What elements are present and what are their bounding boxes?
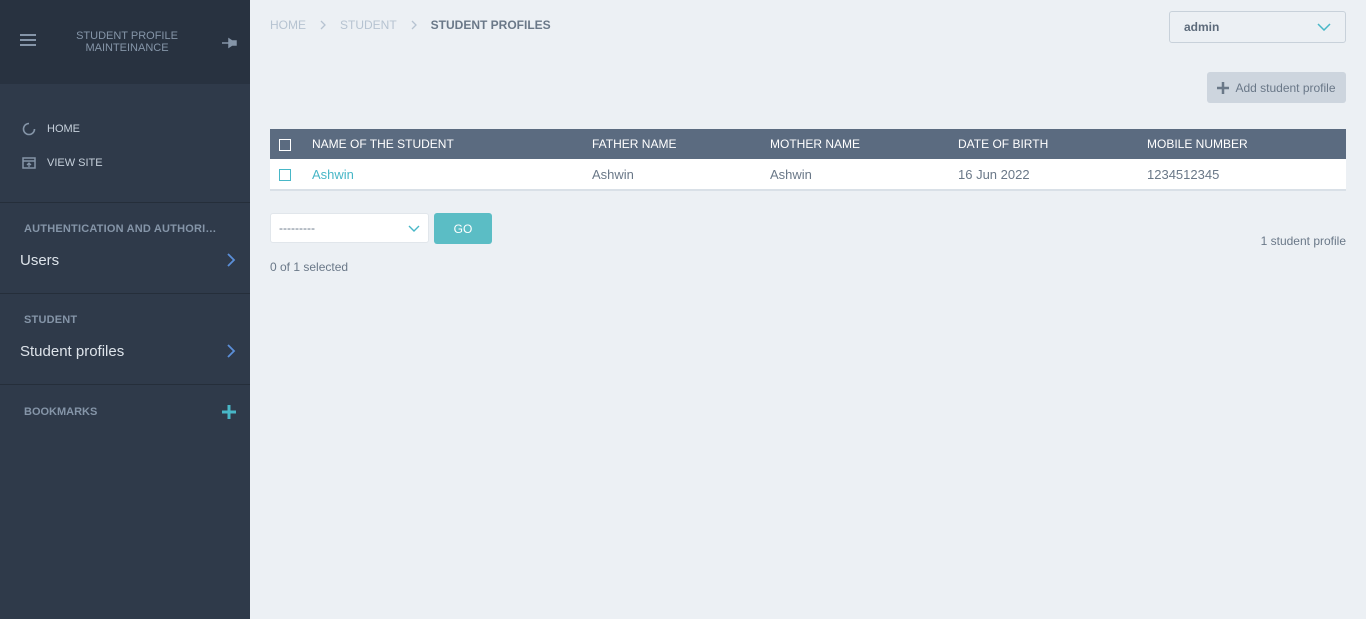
add-student-profile-button[interactable]: Add student profile xyxy=(1207,72,1346,103)
table-cell: Ashwin xyxy=(592,166,634,182)
sidebar-item-student-profiles[interactable]: Student profiles xyxy=(0,332,250,370)
column-header[interactable]: DATE OF BIRTH xyxy=(958,129,1147,159)
table-row: Ashwin Ashwin Ashwin 16 Jun 2022 1234512… xyxy=(270,159,1346,190)
chevron-right-icon xyxy=(411,20,417,30)
sidebar-link-label: HOME xyxy=(47,123,80,135)
sidebar-link-view-site[interactable]: VIEW SITE xyxy=(0,146,250,180)
view-site-icon xyxy=(20,154,38,172)
sidebar-link-label: VIEW SITE xyxy=(47,157,103,169)
pin-icon[interactable] xyxy=(220,36,238,50)
sidebar-section-auth: AUTHENTICATION AND AUTHORIZATION Users xyxy=(0,203,250,294)
home-icon xyxy=(20,120,38,138)
results-table: NAME OF THE STUDENT FATHER NAME MOTHER N… xyxy=(270,129,1346,191)
breadcrumb: HOME STUDENT STUDENT PROFILES xyxy=(270,18,551,32)
select-all-checkbox[interactable] xyxy=(279,138,291,151)
table-header-row: NAME OF THE STUDENT FATHER NAME MOTHER N… xyxy=(270,129,1346,159)
chevron-right-icon xyxy=(320,20,326,30)
column-header[interactable]: MOBILE NUMBER xyxy=(1147,129,1346,159)
sidebar-section-student: STUDENT Student profiles xyxy=(0,294,250,385)
breadcrumb-student[interactable]: STUDENT xyxy=(340,18,397,32)
table-cell: 16 Jun 2022 xyxy=(958,166,1030,182)
selected-count: 0 of 1 selected xyxy=(270,260,349,274)
action-select[interactable]: --------- xyxy=(270,213,429,243)
column-header[interactable]: FATHER NAME xyxy=(592,129,770,159)
sidebar: STUDENT PROFILE MAINTEINANCE HOME VIEW S… xyxy=(0,0,250,619)
table-cell: Ashwin xyxy=(770,166,812,182)
action-select-value: --------- xyxy=(279,221,315,235)
menu-icon[interactable] xyxy=(20,34,36,48)
sidebar-item-users[interactable]: Users xyxy=(0,241,250,279)
column-header[interactable]: MOTHER NAME xyxy=(770,129,958,159)
sidebar-link-home[interactable]: HOME xyxy=(0,112,250,146)
row-checkbox[interactable] xyxy=(279,169,291,182)
chevron-right-icon xyxy=(227,344,236,358)
chevron-down-icon xyxy=(1317,23,1331,31)
user-menu-value: admin xyxy=(1184,20,1220,34)
bookmarks-section: BOOKMARKS xyxy=(0,385,250,419)
plus-icon xyxy=(1217,81,1230,94)
sidebar-item-label: Users xyxy=(20,251,60,269)
go-button[interactable]: GO xyxy=(434,213,492,244)
add-bookmark-icon[interactable] xyxy=(222,405,236,419)
result-count: 1 student profile xyxy=(1260,234,1346,248)
breadcrumb-current: STUDENT PROFILES xyxy=(430,18,551,32)
user-menu-dropdown[interactable]: admin xyxy=(1169,11,1346,43)
bookmarks-title: BOOKMARKS xyxy=(24,406,98,418)
add-button-label: Add student profile xyxy=(1235,80,1336,95)
chevron-right-icon xyxy=(227,253,236,267)
column-header[interactable]: NAME OF THE STUDENT xyxy=(312,129,592,159)
student-name-link[interactable]: Ashwin xyxy=(312,167,354,182)
breadcrumb-home[interactable]: HOME xyxy=(270,18,306,32)
section-title: STUDENT xyxy=(24,314,78,326)
sidebar-header: STUDENT PROFILE MAINTEINANCE xyxy=(0,0,250,84)
table-cell: 1234512345 xyxy=(1147,166,1220,182)
sidebar-item-label: Student profiles xyxy=(20,342,125,360)
brand-title: STUDENT PROFILE MAINTEINANCE xyxy=(76,30,178,54)
chevron-down-icon xyxy=(408,225,420,232)
section-title: AUTHENTICATION AND AUTHORIZATION xyxy=(24,223,220,235)
